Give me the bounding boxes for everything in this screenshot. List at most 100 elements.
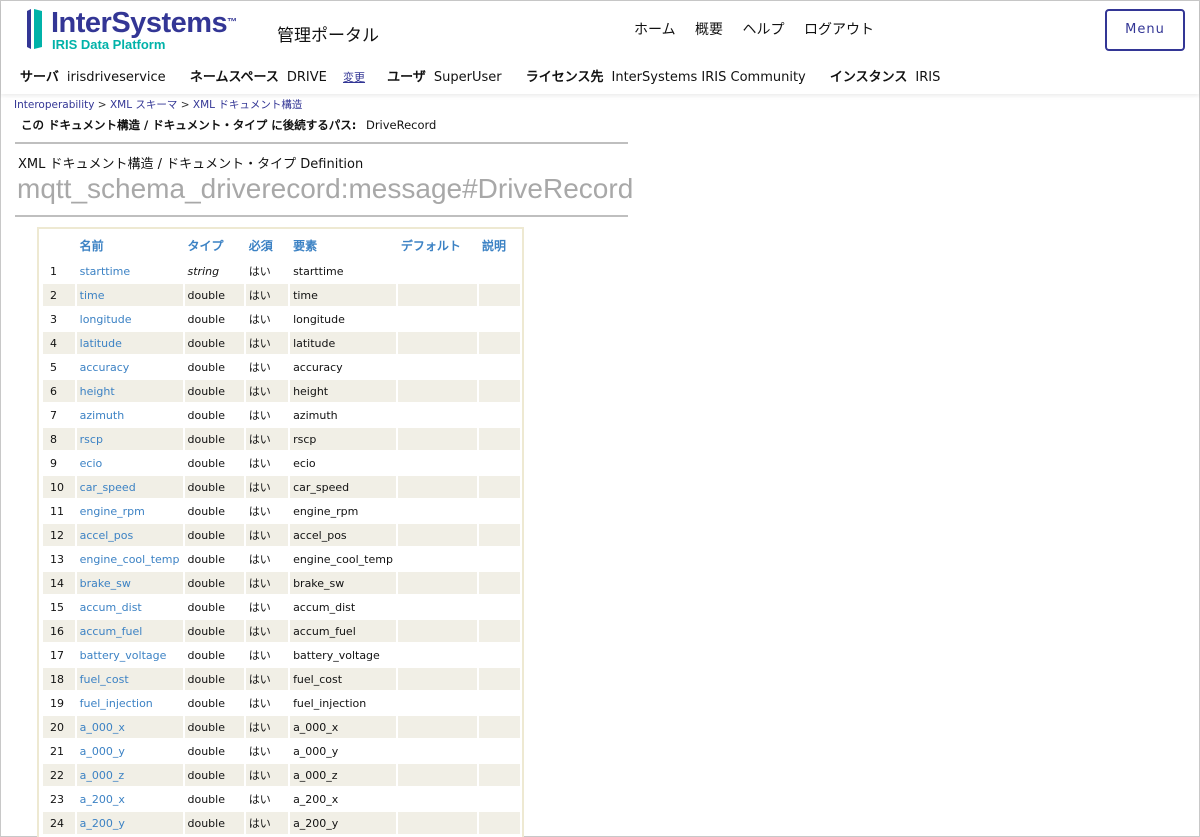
field-default	[398, 356, 477, 378]
field-name-link[interactable]: accum_fuel	[76, 620, 183, 642]
definition-table-container: 名前 タイプ 必須 要素 デフォルト 説明 1 starttime string はい…	[37, 227, 524, 837]
license-value: InterSystems IRIS Community	[611, 70, 806, 85]
row-number: 12	[43, 524, 75, 546]
row-number: 19	[50, 696, 64, 710]
field-description	[479, 500, 520, 522]
field-default	[398, 500, 477, 522]
row-number: 3	[50, 312, 57, 326]
row-number: 17	[50, 648, 64, 662]
nav-home[interactable]: ホーム	[634, 22, 676, 38]
field-element: rscp	[290, 428, 396, 450]
field-default	[397, 476, 478, 498]
menu-button[interactable]: Menu	[1105, 9, 1185, 51]
breadcrumb-xml-document-structure[interactable]: XML ドキュメント構造	[193, 99, 302, 111]
field-name-link[interactable]: engine_cool_temp	[77, 548, 183, 570]
table-row: 24 a_200_y double はい a_200_y	[43, 812, 520, 834]
field-name-link[interactable]: battery_voltage	[77, 644, 183, 666]
breadcrumb-xml-schema[interactable]: XML スキーマ	[110, 99, 177, 111]
field-name-link[interactable]: accum_dist	[77, 596, 183, 618]
field-type: double	[187, 504, 226, 518]
field-description	[479, 260, 520, 282]
col-header-default[interactable]: デフォルト	[398, 232, 477, 258]
field-description	[479, 380, 520, 402]
field-default	[397, 812, 478, 834]
field-required: はい	[245, 476, 289, 498]
nav-overview[interactable]: 概要	[695, 22, 723, 38]
user-label: ユーザ	[387, 70, 426, 85]
field-type: double	[187, 456, 226, 470]
field-required: はい	[245, 572, 289, 594]
row-number: 13	[50, 552, 64, 566]
field-required: はい	[245, 668, 289, 690]
field-element: engine_cool_temp	[293, 552, 393, 566]
field-required: はい	[248, 361, 271, 374]
nav-help[interactable]: ヘルプ	[743, 22, 785, 38]
row-number: 14	[43, 572, 75, 594]
field-name-link[interactable]: longitude	[77, 308, 183, 330]
field-element: a_200_x	[293, 792, 339, 806]
field-required: はい	[248, 649, 271, 662]
field-required: はい	[248, 313, 271, 326]
field-name-link[interactable]: starttime	[77, 260, 183, 282]
breadcrumb-interoperability[interactable]: Interoperability	[14, 99, 94, 111]
field-name-link[interactable]: height	[76, 380, 183, 402]
field-name-link[interactable]: a_000_y	[77, 740, 183, 762]
field-name-link[interactable]: rscp	[76, 428, 183, 450]
field-type: double	[184, 332, 244, 354]
field-default	[398, 740, 477, 762]
table-row: 5 accuracy double はい accuracy	[43, 356, 520, 378]
field-name-link[interactable]: fuel_injection	[77, 692, 183, 714]
logo-wordmark: InterSystems™	[51, 7, 237, 39]
field-element: starttime	[293, 264, 344, 278]
change-namespace-link[interactable]: 変更	[343, 71, 365, 84]
col-header-required[interactable]: 必須	[246, 232, 288, 258]
table-row: 12 accel_pos double はい accel_pos	[43, 524, 520, 546]
field-name-link[interactable]: accel_pos	[76, 524, 183, 546]
col-header-name[interactable]: 名前	[77, 232, 183, 258]
field-default	[398, 644, 477, 666]
col-header-type[interactable]: タイプ	[185, 232, 244, 258]
field-default	[398, 596, 477, 618]
field-element: fuel_cost	[290, 668, 396, 690]
row-number: 4	[43, 332, 75, 354]
field-required: はい	[245, 332, 289, 354]
field-name-link[interactable]: a_000_z	[76, 764, 183, 786]
field-name-link[interactable]: accuracy	[77, 356, 183, 378]
field-name-link[interactable]: fuel_cost	[76, 668, 183, 690]
field-default	[397, 668, 478, 690]
field-name-link[interactable]: ecio	[77, 452, 183, 474]
field-required: はい	[245, 428, 289, 450]
field-default	[397, 620, 478, 642]
field-name-link[interactable]: a_000_x	[76, 716, 183, 738]
field-name-link[interactable]: car_speed	[76, 476, 183, 498]
nav-logout[interactable]: ログアウト	[804, 22, 874, 38]
table-row: 15 accum_dist double はい accum_dist	[43, 596, 520, 618]
field-name-link[interactable]: azimuth	[77, 404, 183, 426]
intersystems-logo[interactable]: InterSystems™ IRIS Data Platform	[25, 7, 237, 53]
field-required: はい	[248, 553, 271, 566]
field-name-link[interactable]: latitude	[76, 332, 183, 354]
col-header-description[interactable]: 説明	[479, 232, 520, 258]
field-element: a_000_y	[293, 744, 339, 758]
field-description	[479, 332, 520, 354]
field-name-link[interactable]: a_200_y	[76, 812, 183, 834]
table-row: 10 car_speed double はい car_speed	[43, 476, 520, 498]
table-row: 13 engine_cool_temp double はい engine_cool_te…	[43, 548, 520, 570]
field-element: time	[290, 284, 396, 306]
field-required: はい	[248, 505, 271, 518]
field-name-link[interactable]: engine_rpm	[77, 500, 183, 522]
field-element: accuracy	[293, 360, 343, 374]
field-description	[479, 764, 520, 786]
field-name-link[interactable]: time	[76, 284, 183, 306]
field-name-link[interactable]: a_200_x	[77, 788, 183, 810]
field-description	[479, 452, 520, 474]
field-description	[479, 548, 520, 570]
col-header-element[interactable]: 要素	[290, 232, 396, 258]
field-type: double	[184, 764, 244, 786]
field-type: double	[184, 284, 244, 306]
table-row: 1 starttime string はい starttime	[43, 260, 520, 282]
license-label: ライセンス先	[525, 70, 604, 85]
field-name-link[interactable]: brake_sw	[76, 572, 183, 594]
field-element: a_200_y	[290, 812, 396, 834]
field-required: はい	[245, 620, 289, 642]
